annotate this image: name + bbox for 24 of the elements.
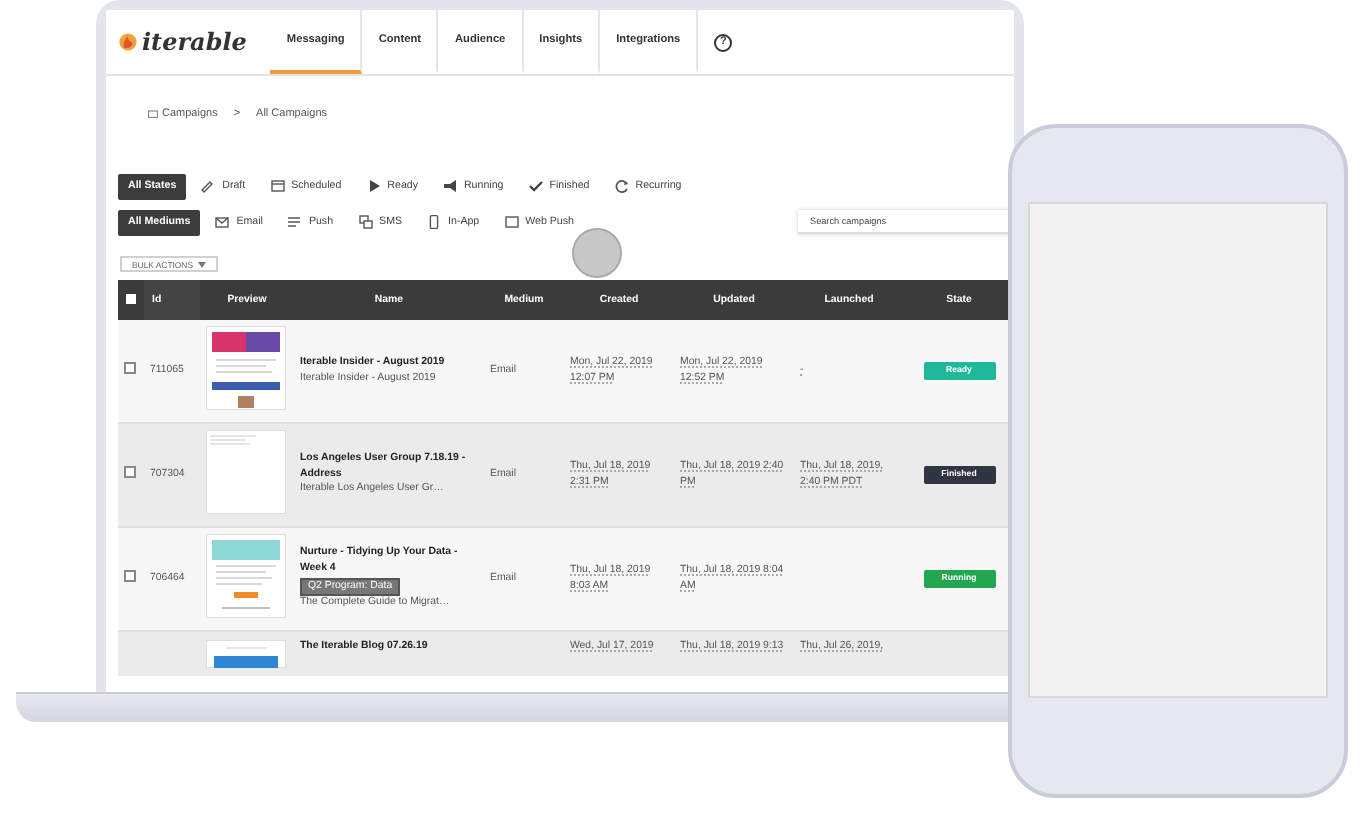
checkmark-icon xyxy=(527,178,544,194)
phone-icon xyxy=(426,214,443,230)
email-preview-thumbnail xyxy=(206,429,286,514)
caret-down-icon xyxy=(198,261,207,267)
email-preview-thumbnail xyxy=(206,533,286,618)
pencil-icon xyxy=(200,178,217,194)
envelope-icon xyxy=(214,214,231,230)
refresh-icon xyxy=(613,178,630,194)
megaphone-icon xyxy=(441,178,458,194)
row-checkbox[interactable] xyxy=(124,569,136,582)
email-preview-thumbnail xyxy=(206,325,286,410)
cursor-circle xyxy=(572,228,622,278)
play-icon xyxy=(365,178,382,194)
flame-logo-icon xyxy=(118,32,138,52)
email-preview-thumbnail xyxy=(206,640,286,668)
select-all-checkbox[interactable] xyxy=(126,293,136,303)
row-checkbox[interactable] xyxy=(124,361,136,374)
row-checkbox[interactable] xyxy=(124,465,136,478)
chat-bubbles-icon xyxy=(357,214,374,230)
logo[interactable]: iterable xyxy=(106,10,271,74)
lines-icon xyxy=(286,214,303,230)
folder-icon xyxy=(148,110,158,118)
browser-window-icon xyxy=(503,214,520,230)
calendar-icon xyxy=(269,178,286,194)
